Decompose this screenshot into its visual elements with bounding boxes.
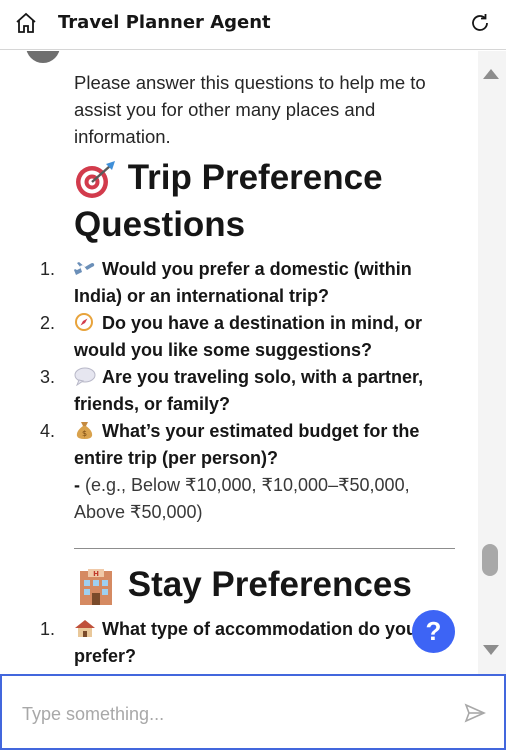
list-number: 4. [40,421,56,441]
scroll-down-arrow-icon[interactable] [482,643,500,657]
message-composer [0,674,506,750]
speech-bubble-icon [74,367,96,386]
question-text: Would you prefer a domestic (within Indi… [74,259,412,306]
divider [74,548,455,549]
app-header: Travel Planner Agent [0,0,506,50]
svg-text:H: H [93,570,99,578]
message-input[interactable] [22,700,442,728]
airplane-icon [74,262,95,275]
list-item: 1. What type of accommodation do you pre… [40,616,459,670]
list-item: 2. Do you have a destination in mind, or… [40,310,459,364]
question-text: What type of accommodation do you prefer… [74,619,418,666]
scroll-up-arrow-icon[interactable] [482,67,500,81]
refresh-icon[interactable] [468,11,492,35]
list-number: 1. [40,619,56,639]
bot-message: Please answer this questions to help me … [40,69,459,670]
send-icon[interactable] [464,703,486,723]
section-title: Trip Preference Questions [74,158,383,244]
list-item: 4. $ What’s your estimated budget for th… [40,418,459,472]
stay-questions-list: 1. What type of accommodation do you pre… [40,616,459,670]
home-icon[interactable] [14,11,38,35]
bot-avatar [26,51,60,63]
list-item: 3. Are you traveling solo, with a partne… [40,364,459,418]
list-number: 1. [40,259,56,279]
scrollbar[interactable] [478,51,506,674]
list-item: 1. Would you prefer a domestic (within I… [40,256,459,310]
scrollbar-thumb[interactable] [482,544,498,576]
question-text: Do you have a destination in mind, or wo… [74,313,423,360]
question-text: What’s your estimated budget for the ent… [74,421,420,468]
section-title: Stay Preferences [127,565,412,604]
trip-questions-list: 1. Would you prefer a domestic (within I… [40,256,459,472]
list-number: 3. [40,367,56,387]
question-text: Are you traveling solo, with a partner, … [74,367,424,414]
budget-note: - (e.g., Below ₹10,000, ₹10,000–₹50,000,… [74,472,459,526]
money-bag-icon: $ [76,422,93,439]
note-text: (e.g., Below ₹10,000, ₹10,000–₹50,000, A… [74,475,410,522]
chat-transcript[interactable]: Please answer this questions to help me … [0,51,478,674]
section-heading-trip: Trip Preference Questions [74,154,459,248]
dart-target-icon [76,160,115,198]
help-button[interactable]: ? [412,610,455,653]
svg-text:$: $ [82,429,87,438]
list-number: 2. [40,313,56,333]
compass-icon [75,313,93,331]
message-intro: Please answer this questions to help me … [74,72,426,147]
section-heading-stay: H Stay Preferences [74,561,459,608]
house-icon [75,620,95,637]
hotel-icon: H [80,568,112,605]
page-title: Travel Planner Agent [58,12,271,33]
